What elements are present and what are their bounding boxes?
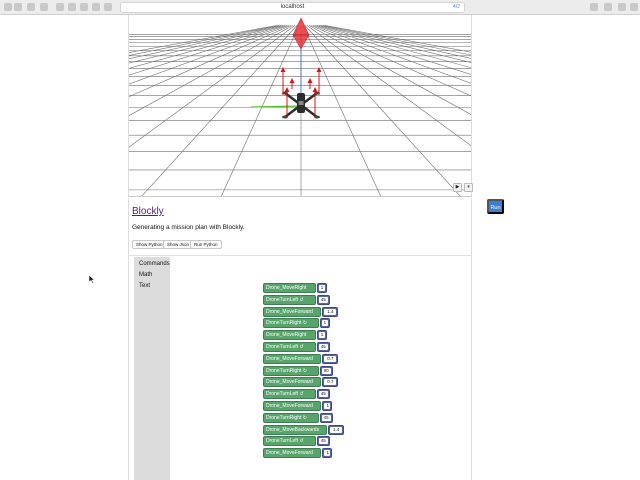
- number-value[interactable]: 1: [318, 332, 325, 339]
- number-value[interactable]: 0.7: [324, 379, 337, 386]
- number-block[interactable]: 45: [319, 412, 333, 423]
- drone-motor: [282, 115, 288, 119]
- command-block-body[interactable]: Drone_MoveRight: [263, 330, 316, 341]
- number-value[interactable]: 1.4: [330, 426, 343, 433]
- blockly-toolbox: Commands Math Text: [134, 257, 170, 480]
- blockly-workspace[interactable]: Drone_MoveRight 1 DroneTurnLeft ↺ 45 Drone_M…: [170, 257, 471, 480]
- number-value[interactable]: 1.4: [324, 308, 337, 315]
- command-label: Drone_MoveRight: [266, 285, 307, 291]
- command-label: Drone_MoveRight: [266, 332, 307, 339]
- back-icon[interactable]: [27, 3, 35, 11]
- address-bar[interactable]: localhost 4/2: [120, 2, 465, 13]
- number-value[interactable]: 45: [321, 414, 331, 421]
- toolbox-category-commands[interactable]: Commands: [139, 261, 170, 267]
- command-block-body[interactable]: DroneTurnLeft ↺: [263, 389, 316, 400]
- command-block-body[interactable]: Drone_MoveForward: [263, 448, 322, 459]
- command-label: DroneTurnRight ↻: [266, 320, 307, 327]
- new-tab-icon[interactable]: [618, 3, 626, 11]
- number-block[interactable]: 1: [319, 318, 330, 329]
- blockly-link[interactable]: Blockly: [132, 206, 164, 217]
- number-value[interactable]: 1: [318, 285, 325, 291]
- run-button[interactable]: Run: [487, 199, 504, 214]
- command-label: Drone_MoveForward: [266, 403, 313, 409]
- number-block[interactable]: 0.7: [322, 377, 339, 388]
- command-block-body[interactable]: DroneTurnRight ↻: [263, 365, 319, 376]
- number-value[interactable]: 0.7: [324, 355, 337, 362]
- number-block[interactable]: 1: [322, 448, 333, 459]
- pause-button[interactable]: ⏸: [464, 183, 473, 192]
- command-block-body[interactable]: Drone_MoveBackwards: [263, 424, 328, 435]
- url-text: localhost: [280, 4, 305, 10]
- command-block-body[interactable]: DroneTurnLeft ↺: [263, 294, 316, 305]
- command-block-body[interactable]: DroneTurnLeft ↺: [263, 436, 316, 447]
- number-block[interactable]: 1: [316, 283, 327, 293]
- command-label: Drone_MoveForward: [266, 450, 313, 457]
- number-value[interactable]: 45: [318, 438, 328, 445]
- number-block[interactable]: 1: [322, 401, 333, 411]
- command-label: Drone_MoveForward: [266, 308, 313, 315]
- command-block-body[interactable]: Drone_MoveForward: [263, 377, 322, 388]
- command-label: DroneTurnRight ↻: [266, 414, 307, 421]
- toolbox-category-text[interactable]: Text: [139, 283, 150, 289]
- blockly-description: Generating a mission plan with Blockly.: [132, 224, 245, 231]
- number-value[interactable]: 45: [318, 344, 328, 350]
- command-block-body[interactable]: DroneTurnRight ↻: [263, 318, 319, 329]
- number-value[interactable]: 1: [321, 320, 328, 327]
- command-block-body[interactable]: DroneTurnRight ↻: [263, 412, 319, 423]
- browser-toolbar: localhost 4/2: [0, 0, 640, 15]
- command-label: DroneTurnLeft ↺: [266, 344, 304, 350]
- command-label: DroneTurnLeft ↺: [266, 391, 304, 398]
- tabs-icon[interactable]: [604, 3, 612, 11]
- command-label: Drone_MoveBackwards: [266, 426, 320, 433]
- minimize-dot-icon[interactable]: [14, 3, 22, 11]
- reader-badge: 4/2: [453, 4, 460, 10]
- number-block[interactable]: 45: [316, 389, 330, 400]
- share-icon[interactable]: [590, 3, 598, 11]
- close-dot-icon[interactable]: [4, 3, 12, 11]
- number-block[interactable]: 1.4: [328, 424, 345, 435]
- divider: [129, 255, 471, 256]
- number-block[interactable]: 90: [319, 365, 333, 376]
- command-block-body[interactable]: Drone_MoveRight: [263, 283, 316, 293]
- show-python-button[interactable]: Show Python: [132, 240, 167, 249]
- downloads-icon[interactable]: [630, 3, 638, 11]
- extension-icon[interactable]: [92, 3, 100, 11]
- number-block[interactable]: 0.7: [322, 353, 339, 364]
- command-label: DroneTurnLeft ↺: [266, 438, 304, 445]
- command-block-body[interactable]: DroneTurnLeft ↺: [263, 342, 316, 352]
- command-label: Drone_MoveForward: [266, 355, 313, 362]
- drone-camera: [298, 101, 304, 105]
- number-value[interactable]: 1: [324, 450, 331, 457]
- extension-icon[interactable]: [104, 3, 112, 11]
- number-block[interactable]: 1: [316, 330, 327, 341]
- command-block-body[interactable]: Drone_MoveForward: [263, 306, 322, 317]
- number-block[interactable]: 45: [316, 294, 330, 305]
- extension-icon[interactable]: [80, 3, 88, 11]
- scene-canvas: [129, 15, 471, 196]
- command-label: Drone_MoveForward: [266, 379, 313, 386]
- forward-icon[interactable]: [40, 3, 48, 11]
- number-block[interactable]: 1.4: [322, 306, 339, 317]
- show-json-button[interactable]: Show Json: [163, 240, 194, 249]
- extension-icon[interactable]: [68, 3, 76, 11]
- mouse-cursor-icon: [89, 275, 95, 284]
- blockly-panel: Blockly Generating a mission plan with B…: [128, 198, 472, 480]
- command-block-body[interactable]: Drone_MoveForward: [263, 353, 322, 364]
- number-value[interactable]: 45: [318, 391, 328, 398]
- number-block[interactable]: 45: [316, 342, 330, 352]
- number-block[interactable]: 45: [316, 436, 330, 447]
- number-value[interactable]: 45: [318, 296, 328, 303]
- toolbox-category-math[interactable]: Math: [139, 272, 152, 278]
- command-label: DroneTurnLeft ↺: [266, 296, 304, 303]
- drone-motor: [314, 115, 320, 119]
- command-label: DroneTurnRight ↻: [266, 367, 307, 374]
- number-value[interactable]: 90: [321, 367, 331, 374]
- command-block-body[interactable]: Drone_MoveForward: [263, 401, 322, 411]
- run-python-button[interactable]: Run Python: [190, 240, 222, 249]
- number-value[interactable]: 1: [324, 403, 331, 409]
- play-button[interactable]: ▶: [453, 183, 462, 192]
- 3d-viewport[interactable]: [128, 15, 472, 197]
- sidebar-icon[interactable]: [56, 3, 64, 11]
